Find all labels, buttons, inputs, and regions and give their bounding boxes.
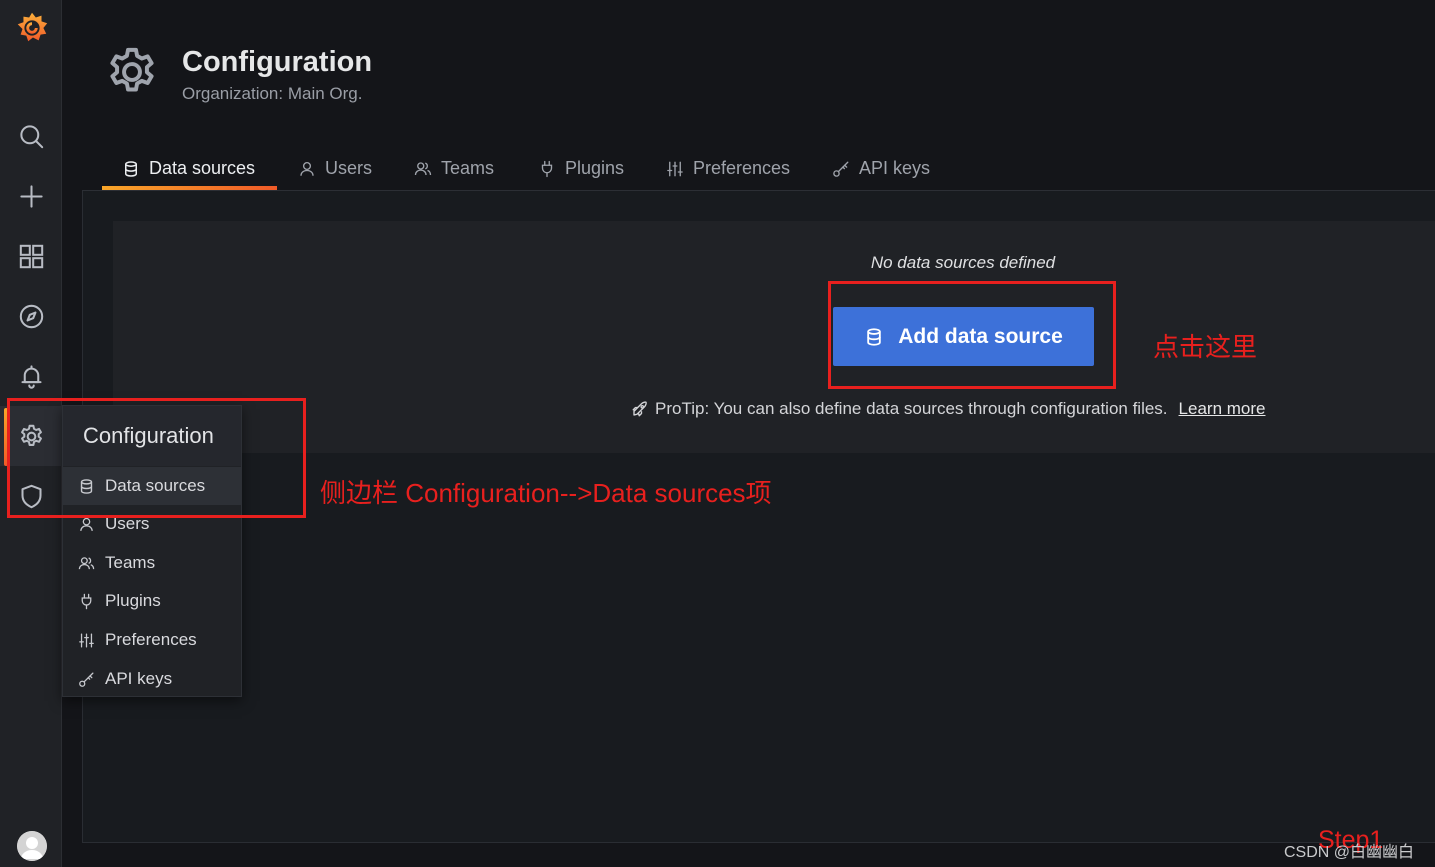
menu-item-teams[interactable]: Teams bbox=[63, 544, 241, 582]
annotation-sidebar-note: 侧边栏 Configuration-->Data sources项 bbox=[320, 478, 772, 508]
tab-label: Plugins bbox=[565, 158, 625, 178]
sliders-icon bbox=[667, 161, 683, 176]
tab-label: Users bbox=[325, 158, 373, 178]
sidebar-item-create[interactable] bbox=[0, 166, 62, 226]
tab-label: API keys bbox=[859, 158, 931, 178]
tab-plugins[interactable]: Plugins bbox=[538, 148, 624, 189]
menu-item-api-keys[interactable]: API keys bbox=[63, 660, 241, 698]
tab-users[interactable]: Users bbox=[298, 148, 372, 189]
tab-preferences[interactable]: Preferences bbox=[666, 148, 790, 189]
menu-item-preferences[interactable]: Preferences bbox=[63, 621, 241, 659]
key-icon bbox=[833, 161, 849, 177]
protip: ProTip: You can also define data sources… bbox=[631, 399, 1265, 419]
empty-state-title: No data sources defined bbox=[870, 253, 1056, 272]
apps-icon bbox=[19, 244, 43, 268]
search-icon bbox=[19, 124, 43, 148]
annotation-click-here: 点击这里 bbox=[1153, 332, 1258, 362]
menu-item-plugins[interactable]: Plugins bbox=[63, 582, 241, 620]
page-subtitle: Organization: Main Org. bbox=[182, 84, 363, 103]
compass-icon bbox=[19, 304, 43, 328]
tab-label: Teams bbox=[441, 158, 495, 178]
menu-item-label: API keys bbox=[105, 669, 173, 688]
bell-icon bbox=[20, 364, 42, 389]
sidebar-item-search[interactable] bbox=[0, 106, 62, 166]
rocket-icon bbox=[632, 401, 647, 417]
annotation-box-sidebar bbox=[7, 398, 306, 518]
watermark: CSDN @白幽幽白 bbox=[1284, 844, 1415, 861]
sidebar-item-explore[interactable] bbox=[0, 286, 62, 346]
sliders-icon bbox=[79, 632, 94, 648]
user-icon bbox=[300, 161, 314, 176]
protip-text: ProTip: You can also define data sources… bbox=[655, 399, 1168, 418]
tab-teams[interactable]: Teams bbox=[414, 148, 494, 189]
menu-item-label: Teams bbox=[105, 553, 156, 572]
plug-icon bbox=[541, 160, 553, 177]
key-icon bbox=[79, 671, 94, 687]
menu-item-label: Plugins bbox=[105, 591, 161, 610]
annotation-box-add-button bbox=[828, 281, 1116, 389]
tab-label: Data sources bbox=[149, 158, 256, 178]
tab-api-keys[interactable]: API keys bbox=[832, 148, 930, 189]
database-icon bbox=[125, 160, 137, 177]
page-title: Configuration bbox=[182, 46, 373, 78]
plus-icon bbox=[19, 184, 43, 208]
user-avatar[interactable] bbox=[17, 831, 47, 861]
menu-item-label: Preferences bbox=[105, 630, 197, 649]
avatar-icon bbox=[17, 831, 47, 861]
plug-icon bbox=[81, 593, 92, 609]
sidebar-item-alerting[interactable] bbox=[0, 346, 62, 406]
page-header-gear-icon bbox=[104, 44, 160, 100]
users-icon bbox=[414, 161, 432, 175]
users-icon bbox=[78, 556, 95, 569]
grafana-logo-icon[interactable] bbox=[13, 8, 51, 48]
sidebar-item-dashboards[interactable] bbox=[0, 226, 62, 286]
tab-data-sources[interactable]: Data sources bbox=[102, 148, 277, 190]
learn-more-link[interactable]: Learn more bbox=[1179, 399, 1266, 419]
tab-label: Preferences bbox=[693, 158, 791, 178]
user-icon bbox=[80, 517, 93, 531]
